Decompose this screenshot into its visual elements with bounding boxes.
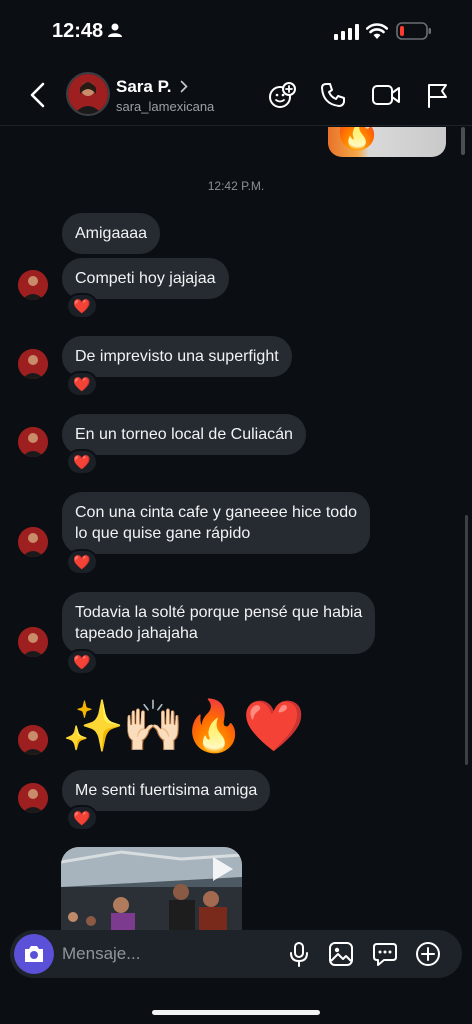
phone-icon[interactable] [320, 82, 346, 108]
message-composer: Mensaje... [10, 930, 462, 978]
sender-avatar[interactable] [18, 527, 48, 557]
message-text-line: lo que quise gane rápido [75, 525, 251, 542]
battery-icon [396, 22, 431, 40]
message-bubble[interactable]: Me senti fuertisima amiga [62, 770, 271, 811]
status-bar: 12:48 [0, 0, 472, 62]
camera-button[interactable] [14, 934, 54, 974]
home-indicator[interactable] [152, 1010, 320, 1015]
message-text: En un torneo local de Culiacán [75, 426, 293, 443]
heart-reaction[interactable]: ❤️ [66, 649, 98, 675]
flag-icon[interactable] [426, 82, 450, 108]
heart-reaction[interactable]: ❤️ [66, 805, 98, 831]
back-chevron-icon[interactable] [28, 82, 48, 108]
scrollbar-thumb[interactable] [465, 515, 468, 765]
cellular-signal-icon [334, 24, 359, 40]
scrollbar-thumb[interactable] [461, 127, 465, 155]
video-message-thumbnail[interactable] [61, 847, 242, 930]
contact-avatar[interactable] [66, 72, 110, 116]
emoji-message[interactable]: ✨🙌🏻🔥❤️ [62, 697, 305, 755]
message-bubble[interactable]: Con una cinta cafe y ganeeee hice todo l… [62, 492, 370, 554]
message-text: Competi hoy jajajaa [75, 270, 216, 287]
microphone-icon[interactable] [288, 941, 310, 967]
message-text-line: Todavia la solté porque pensé que habia [75, 604, 363, 621]
chat-bubble-icon[interactable] [372, 941, 398, 967]
plus-circle-icon[interactable] [415, 941, 441, 967]
sender-avatar[interactable] [18, 725, 48, 755]
message-text-line: Con una cinta cafe y ganeeee hice todo [75, 504, 357, 521]
message-text: Amigaaaa [75, 225, 148, 242]
sender-avatar[interactable] [18, 270, 48, 300]
sender-avatar[interactable] [18, 349, 48, 379]
contact-name[interactable]: Sara P. [116, 77, 171, 97]
sender-avatar[interactable] [18, 427, 48, 457]
heart-reaction[interactable]: ❤️ [66, 293, 98, 319]
sender-avatar[interactable] [18, 783, 48, 813]
fire-emoji: 🔥 [332, 127, 382, 151]
sender-avatar[interactable] [18, 627, 48, 657]
gallery-icon[interactable] [328, 941, 354, 967]
message-bubble[interactable]: Todavia la solté porque pensé que habia … [62, 592, 376, 654]
message-text: De imprevisto una superfight [75, 348, 279, 365]
contact-handle[interactable]: sara_lamexicana [116, 99, 214, 114]
video-preview-image [61, 847, 242, 930]
sent-image-message[interactable]: 🔥 [328, 127, 446, 157]
chevron-right-icon[interactable] [180, 80, 188, 93]
person-icon [108, 23, 122, 37]
message-input[interactable]: Mensaje... [62, 944, 140, 964]
message-thread[interactable]: 🔥 12:42 P.M. Amigaaaa Competi hoy jajaja… [0, 127, 472, 930]
heart-reaction[interactable]: ❤️ [66, 449, 98, 475]
message-text-line: tapeado jahajaha [75, 625, 198, 642]
message-timestamp: 12:42 P.M. [207, 179, 265, 193]
video-call-icon[interactable] [371, 82, 401, 108]
camera-icon [25, 946, 43, 962]
heart-reaction[interactable]: ❤️ [66, 371, 98, 397]
status-time: 12:48 [52, 20, 104, 42]
wifi-icon [366, 23, 388, 39]
message-bubble[interactable]: Amigaaaa [62, 213, 161, 254]
message-bubble[interactable]: De imprevisto una superfight [62, 336, 292, 377]
heart-reaction[interactable]: ❤️ [66, 549, 98, 575]
sticker-add-icon[interactable] [268, 82, 296, 110]
chat-header: Sara P. sara_lamexicana [0, 62, 472, 126]
message-text: Me senti fuertisima amiga [75, 782, 258, 799]
message-bubble[interactable]: En un torneo local de Culiacán [62, 414, 306, 455]
